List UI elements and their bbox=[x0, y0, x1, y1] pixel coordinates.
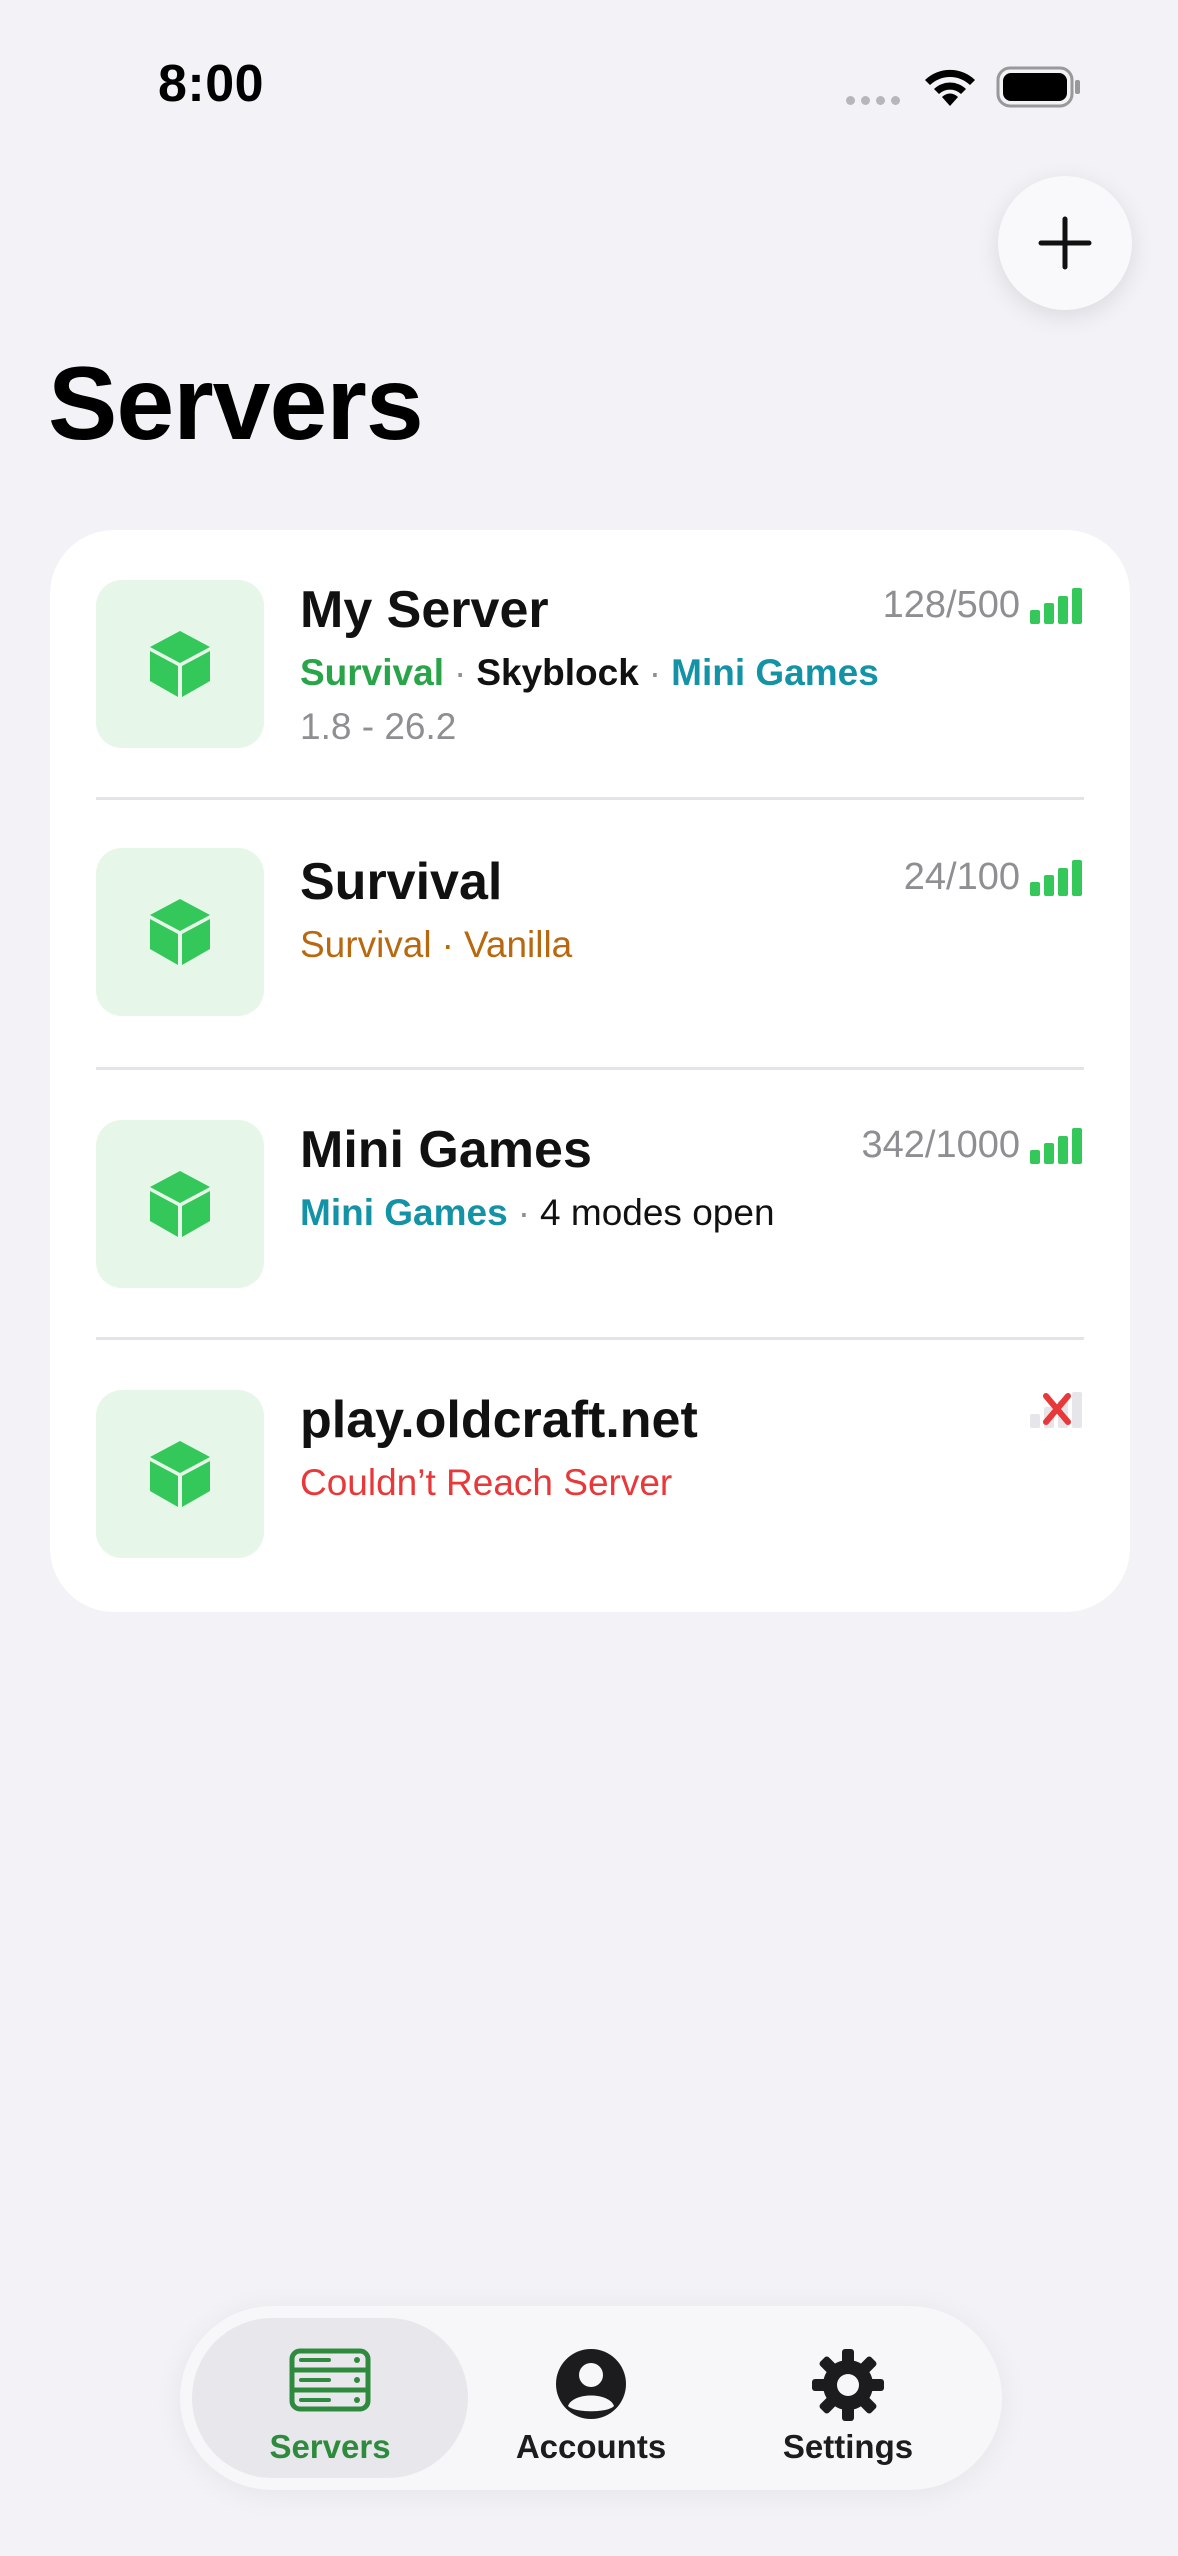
cellular-signal-icon bbox=[846, 96, 900, 105]
status-time: 8:00 bbox=[158, 55, 265, 113]
server-list: My Server Survival · Skyblock · Mini Games 1… bbox=[50, 530, 1130, 1612]
server-error: Couldn’t Reach Server bbox=[300, 1462, 673, 1503]
add-server-button[interactable] bbox=[998, 176, 1132, 310]
tab-settings[interactable]: Settings bbox=[710, 2318, 986, 2478]
server-name: My Server bbox=[300, 581, 549, 639]
server-row-survival[interactable]: Survival Survival · Vanilla 24/100 bbox=[50, 800, 1130, 1070]
server-tags: Survival · Vanilla bbox=[300, 924, 573, 965]
tag-survival: Survival bbox=[300, 924, 432, 965]
cube-icon bbox=[150, 899, 210, 965]
player-count: 24/100 bbox=[903, 856, 1020, 898]
cube-icon bbox=[150, 1171, 210, 1237]
tag-mini-games: Mini Games bbox=[300, 1192, 508, 1233]
cube-icon bbox=[150, 1441, 210, 1507]
server-tags: Survival · Skyblock · Mini Games bbox=[300, 652, 879, 693]
page-title: Servers bbox=[48, 346, 424, 462]
modes-open: 4 modes open bbox=[540, 1192, 775, 1233]
server-rack-icon bbox=[289, 2348, 371, 2412]
tab-bar: Servers Accounts Settings bbox=[180, 2306, 1002, 2490]
server-version: 1.8 - 26.2 bbox=[300, 706, 457, 747]
gear-icon bbox=[812, 2349, 884, 2421]
tag-vanilla: Vanilla bbox=[463, 924, 573, 965]
no-connection-icon bbox=[1030, 1392, 1082, 1428]
server-row-mini-games[interactable]: Mini Games Mini Games · 4 modes open 342/1… bbox=[50, 1070, 1130, 1340]
tab-label: Accounts bbox=[515, 2428, 667, 2465]
server-row-my-server[interactable]: My Server Survival · Skyblock · Mini Games 1… bbox=[50, 530, 1130, 800]
player-count: 128/500 bbox=[882, 584, 1020, 626]
tab-servers[interactable]: Servers bbox=[192, 2318, 468, 2478]
server-icon bbox=[96, 848, 264, 1016]
server-row-oldcraft[interactable]: play.oldcraft.net Couldn’t Reach Server bbox=[50, 1340, 1130, 1610]
signal-bars-icon bbox=[1030, 588, 1082, 624]
signal-bars-icon bbox=[1030, 1128, 1082, 1164]
server-icon bbox=[96, 1390, 264, 1558]
tab-accounts[interactable]: Accounts bbox=[453, 2318, 729, 2478]
tab-label: Settings bbox=[782, 2428, 914, 2465]
person-circle-icon bbox=[556, 2349, 626, 2419]
tag-survival: Survival bbox=[300, 652, 444, 693]
cube-icon bbox=[150, 631, 210, 697]
server-name: Mini Games bbox=[300, 1121, 592, 1179]
status-bar: 8:00 bbox=[0, 0, 1178, 150]
server-name: Survival bbox=[300, 853, 503, 911]
tag-skyblock: Skyblock bbox=[476, 652, 639, 693]
server-tags: Mini Games · 4 modes open bbox=[300, 1192, 775, 1233]
signal-bars-icon bbox=[1030, 860, 1082, 896]
wifi-icon bbox=[925, 69, 975, 106]
battery-icon bbox=[996, 66, 1080, 108]
server-icon bbox=[96, 1120, 264, 1288]
plus-icon bbox=[1038, 216, 1092, 270]
server-icon bbox=[96, 580, 264, 748]
server-name: play.oldcraft.net bbox=[300, 1391, 698, 1449]
tab-label: Servers bbox=[269, 2428, 391, 2465]
tag-mini-games: Mini Games bbox=[671, 652, 879, 693]
player-count: 342/1000 bbox=[861, 1124, 1021, 1166]
